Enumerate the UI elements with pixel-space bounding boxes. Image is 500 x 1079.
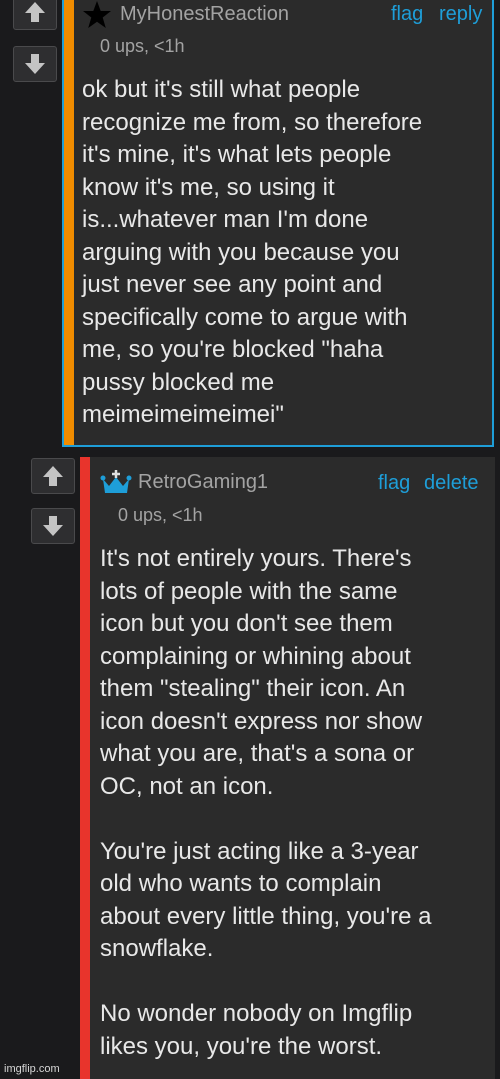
comment-body: It's not entirely yours. There's lots of… bbox=[100, 545, 432, 1060]
username[interactable]: MyHonestReaction bbox=[120, 3, 289, 26]
arrow-down-icon bbox=[25, 54, 45, 74]
comment-accent-bar bbox=[64, 0, 74, 445]
comment: RetroGaming1 0 ups, <1h flag delete It's… bbox=[80, 457, 495, 1079]
crown-icon bbox=[100, 470, 132, 493]
comment: MyHonestReaction 0 ups, <1h flag reply o… bbox=[62, 0, 494, 447]
arrow-up-icon bbox=[25, 2, 45, 22]
comment-body: ok but it's still what people recognize … bbox=[82, 76, 423, 428]
comment-accent-bar bbox=[80, 457, 90, 1079]
upvote-button[interactable] bbox=[13, 0, 57, 30]
star-icon bbox=[83, 1, 111, 28]
vote-count-timestamp: 0 ups, <1h bbox=[100, 36, 185, 56]
flag-link[interactable]: flag bbox=[391, 3, 423, 26]
downvote-button[interactable] bbox=[13, 46, 57, 82]
vote-count-timestamp: 0 ups, <1h bbox=[118, 505, 203, 525]
arrow-up-icon bbox=[43, 466, 63, 486]
arrow-down-icon bbox=[43, 516, 63, 536]
upvote-button[interactable] bbox=[31, 458, 75, 494]
delete-link[interactable]: delete bbox=[424, 472, 479, 495]
username[interactable]: RetroGaming1 bbox=[138, 471, 268, 494]
watermark: imgflip.com bbox=[4, 1063, 60, 1075]
flag-link[interactable]: flag bbox=[378, 472, 410, 495]
downvote-button[interactable] bbox=[31, 508, 75, 544]
reply-link[interactable]: reply bbox=[439, 3, 482, 26]
